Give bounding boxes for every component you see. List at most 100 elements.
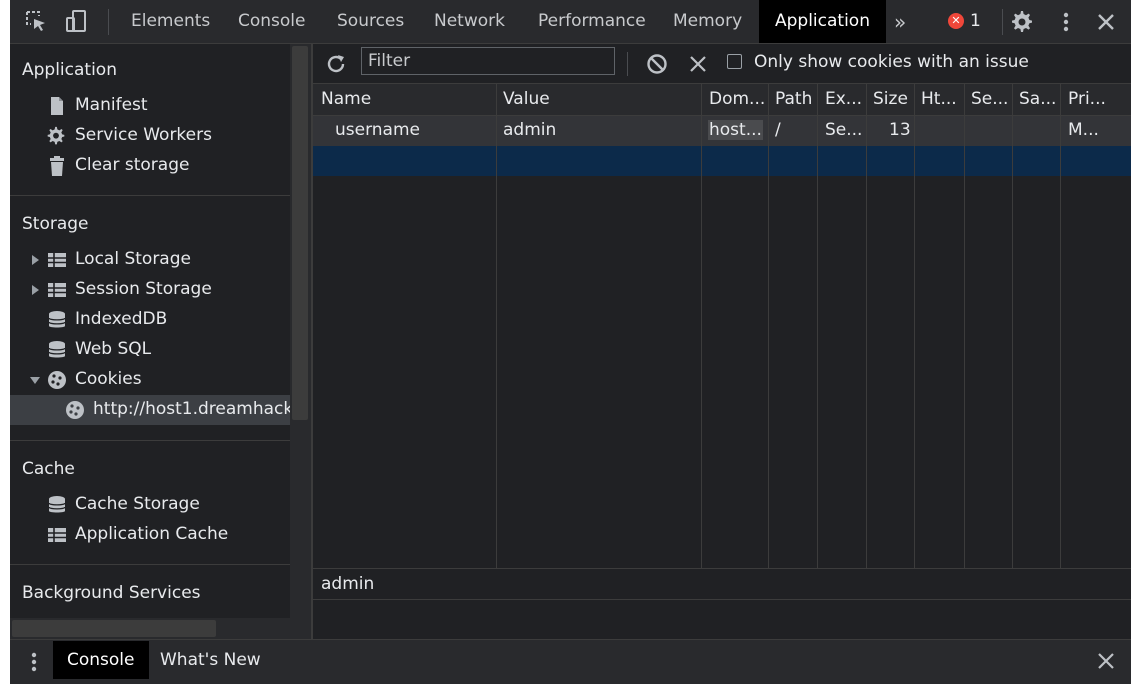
section-heading-cache: Cache [22, 459, 75, 479]
sidebar-item-label: http://host1.dreamhack.games [93, 399, 290, 419]
section-divider [10, 564, 290, 565]
filter-input[interactable] [361, 47, 615, 75]
database-icon [48, 341, 66, 358]
sidebar-item-label: Cookies [75, 369, 142, 389]
document-icon [51, 97, 63, 115]
preview-value[interactable]: admin [321, 574, 374, 594]
column-header-samesite[interactable]: Sa... [1019, 89, 1056, 109]
sidebar-item-label: Local Storage [75, 249, 191, 269]
sidebar-item-label: Cache Storage [75, 494, 200, 514]
tab-application[interactable]: Application [759, 0, 886, 43]
sidebar-item-label: Manifest [75, 95, 148, 115]
sidebar-item-label: Clear storage [75, 155, 190, 175]
expand-arrow-icon[interactable] [32, 285, 39, 295]
column-header-priority[interactable]: Pri... [1068, 89, 1106, 109]
error-count[interactable]: 1 [970, 0, 981, 43]
column-divider [866, 84, 867, 568]
scrollbar-thumb[interactable] [292, 46, 308, 420]
section-divider [10, 440, 290, 441]
clear-all-cookies-icon[interactable] [645, 52, 669, 76]
drawer-tab-whats-new[interactable]: What's New [146, 641, 275, 679]
cookies-table: Name Value Dom... Path Ex... Size Ht... … [313, 84, 1131, 568]
sidebar-item-service-workers[interactable]: Service Workers [10, 121, 290, 151]
cookie-icon [66, 401, 84, 419]
column-header-httponly[interactable]: Ht... [921, 89, 957, 109]
column-header-secure[interactable]: Se... [971, 89, 1008, 109]
tab-memory[interactable]: Memory [673, 0, 742, 43]
sidebar-item-label: IndexedDB [75, 309, 168, 329]
table-row-new-selected[interactable] [313, 146, 1131, 176]
more-tabs-icon[interactable]: » [894, 10, 906, 34]
sidebar-item-cache-storage[interactable]: Cache Storage [10, 490, 290, 520]
sidebar-vertical-scrollbar[interactable] [290, 44, 311, 639]
table-row[interactable]: username admin host... / Se... 13 M... [313, 116, 1131, 146]
column-divider [768, 84, 769, 568]
database-icon [48, 496, 66, 513]
sidebar-item-indexeddb[interactable]: IndexedDB [10, 305, 290, 335]
application-sidebar: Application Manifest Service Workers Cle… [10, 44, 311, 639]
scrollbar-thumb[interactable] [12, 620, 216, 637]
kebab-menu-icon[interactable] [1056, 10, 1076, 34]
table-icon [48, 528, 66, 542]
sidebar-item-cookie-origin[interactable]: http://host1.dreamhack.games [10, 395, 290, 425]
drawer-tab-console[interactable]: Console [53, 641, 149, 679]
column-header-size[interactable]: Size [873, 89, 908, 109]
sidebar-item-session-storage[interactable]: Session Storage [10, 275, 290, 305]
sidebar-item-label: Session Storage [75, 279, 212, 299]
database-icon [48, 311, 66, 328]
cookies-toolbar: Only show cookies with an issue [313, 44, 1131, 84]
devtools-window: Elements Console Sources Network Perform… [10, 0, 1131, 684]
error-icon[interactable]: ✕ [948, 13, 964, 29]
section-heading-background-services: Background Services [22, 583, 201, 603]
cookie-path: / [775, 120, 781, 140]
cookie-domain: host... [708, 120, 763, 140]
column-divider [964, 84, 965, 568]
close-drawer-icon[interactable] [1095, 650, 1117, 672]
table-icon [48, 283, 66, 297]
column-header-expires[interactable]: Ex... [825, 89, 862, 109]
toolbar-separator [108, 9, 109, 35]
delete-selected-icon[interactable] [687, 53, 709, 75]
sidebar-item-application-cache[interactable]: Application Cache [10, 520, 290, 550]
sidebar-item-local-storage[interactable]: Local Storage [10, 245, 290, 275]
only-issues-label[interactable]: Only show cookies with an issue [754, 52, 1029, 72]
column-header-path[interactable]: Path [775, 89, 812, 109]
cookie-priority: M... [1068, 120, 1099, 140]
column-header-value[interactable]: Value [503, 89, 550, 109]
sidebar-item-manifest[interactable]: Manifest [10, 91, 290, 121]
trash-icon [50, 156, 64, 176]
tab-console[interactable]: Console [238, 0, 306, 43]
cookie-icon [48, 371, 66, 389]
tab-performance[interactable]: Performance [538, 0, 646, 43]
tab-sources[interactable]: Sources [337, 0, 404, 43]
bottom-drawer: Console What's New [10, 639, 1131, 684]
expand-arrow-icon[interactable] [32, 255, 39, 265]
column-header-domain[interactable]: Dom... [709, 89, 765, 109]
column-divider [1060, 84, 1061, 568]
tab-network[interactable]: Network [434, 0, 505, 43]
collapse-arrow-icon[interactable] [30, 377, 40, 384]
devtools-tab-bar: Elements Console Sources Network Perform… [10, 0, 1131, 44]
sidebar-item-web-sql[interactable]: Web SQL [10, 335, 290, 365]
refresh-icon[interactable] [324, 52, 348, 76]
inspect-element-icon[interactable] [23, 8, 49, 34]
cookie-expires: Se... [825, 120, 863, 140]
only-issues-checkbox[interactable] [727, 54, 742, 69]
preview-divider [313, 599, 1131, 600]
sidebar-item-cookies[interactable]: Cookies [10, 365, 290, 395]
close-icon[interactable] [1095, 11, 1117, 33]
sidebar-horizontal-scrollbar[interactable] [10, 618, 290, 639]
tab-elements[interactable]: Elements [131, 0, 210, 43]
section-heading-application: Application [22, 60, 117, 80]
device-toolbar-icon[interactable] [64, 8, 90, 34]
column-divider [914, 84, 915, 568]
kebab-menu-icon[interactable] [24, 650, 44, 674]
column-divider [817, 84, 818, 568]
sidebar-item-clear-storage[interactable]: Clear storage [10, 151, 290, 181]
column-divider [701, 84, 702, 568]
sidebar-item-label: Service Workers [75, 125, 212, 145]
gear-icon [47, 126, 65, 145]
toolbar-separator [1002, 9, 1003, 35]
column-header-name[interactable]: Name [321, 89, 371, 109]
gear-icon[interactable] [1010, 10, 1034, 34]
